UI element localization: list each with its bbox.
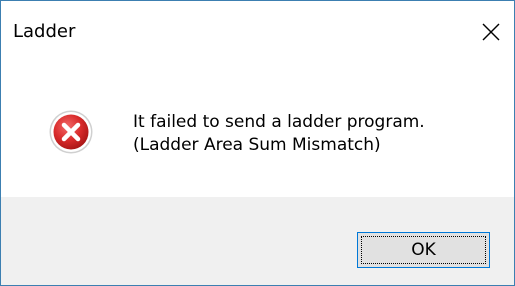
message-dialog: Ladder It failed to send a ladder progra… xyxy=(0,0,515,286)
ok-button[interactable]: OK xyxy=(357,232,490,268)
message-line-1: It failed to send a ladder program. xyxy=(133,112,425,132)
title-bar[interactable]: Ladder xyxy=(1,1,514,67)
close-icon xyxy=(482,23,500,41)
ok-button-label: OK xyxy=(361,236,486,264)
message-area: It failed to send a ladder program. (Lad… xyxy=(1,67,514,197)
error-message: It failed to send a ladder program. (Lad… xyxy=(133,111,425,157)
button-bar: OK xyxy=(1,197,514,285)
error-icon xyxy=(49,110,93,154)
message-line-2: (Ladder Area Sum Mismatch) xyxy=(133,135,381,155)
window-title: Ladder xyxy=(13,21,76,42)
close-button[interactable] xyxy=(468,9,514,55)
